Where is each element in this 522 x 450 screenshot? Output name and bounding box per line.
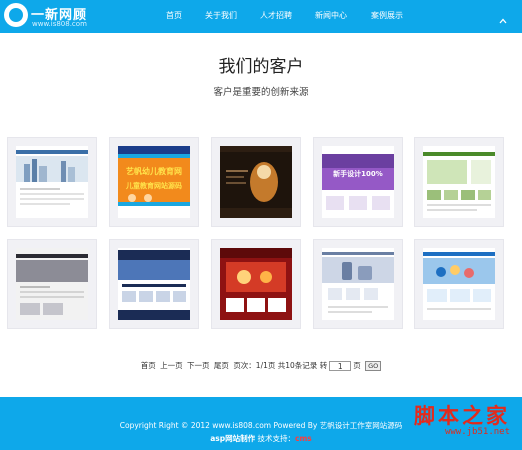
pager-unit: 页	[353, 361, 361, 370]
go-button[interactable]: GO	[365, 361, 382, 371]
client-slogan: 新手设计100%	[333, 169, 383, 178]
watermark-url: www.jb51.net	[444, 427, 510, 437]
client-thumbnail	[16, 146, 88, 218]
client-thumbnail	[118, 248, 190, 320]
client-card[interactable]: 艺帆幼儿教育网 儿童教育网站源码	[109, 137, 199, 227]
client-card[interactable]	[211, 137, 301, 227]
client-thumbnail: 艺帆幼儿教育网 儿童教育网站源码	[118, 146, 190, 218]
client-thumbnail	[423, 248, 495, 320]
watermark-title: 脚本之家	[414, 403, 510, 428]
pager-prev-link[interactable]: 上一页	[160, 360, 183, 371]
logo-url: www.is808.com	[32, 20, 87, 28]
watermark: 脚本之家 www.jb51.net	[364, 400, 514, 444]
logo-mark-icon	[4, 3, 28, 27]
client-thumbnail	[423, 146, 495, 218]
nav-item-about[interactable]: 关于我们	[205, 10, 237, 21]
footer: Copyright Right © 2012 www.is808.com Pow…	[0, 397, 522, 450]
pager-last-link[interactable]: 尾页	[214, 360, 229, 371]
nav-item-home[interactable]: 首页	[166, 10, 182, 21]
chevron-up-icon[interactable]	[498, 11, 508, 24]
client-thumbnail	[220, 146, 292, 218]
client-card[interactable]	[109, 239, 199, 329]
pager-info: 页次：1/1页 共10条记录 转	[233, 361, 328, 370]
page-title: 我们的客户	[218, 57, 304, 77]
client-card[interactable]	[414, 137, 504, 227]
credit-label: 技术支持：	[257, 434, 296, 443]
client-thumbnail: 新手设计100%	[322, 146, 394, 218]
cms-link[interactable]: cms	[295, 434, 312, 443]
client-card[interactable]	[414, 239, 504, 329]
client-slogan-2: 儿童教育网站源码	[125, 181, 182, 190]
client-card[interactable]	[7, 137, 97, 227]
pagination: 首页 上一页 下一页 尾页 页次：1/1页 共10条记录 转1页 GO	[0, 360, 522, 371]
credit-link[interactable]: asp网站制作	[210, 434, 255, 443]
pager-next-link[interactable]: 下一页	[187, 360, 210, 371]
page-subtitle: 客户是重要的创新来源	[213, 87, 309, 98]
nav-item-jobs[interactable]: 人才招聘	[260, 10, 292, 21]
client-thumbnail	[220, 248, 292, 320]
client-thumbnail	[16, 248, 88, 320]
nav-item-cases[interactable]: 案例展示	[371, 10, 403, 21]
client-thumbnail	[322, 248, 394, 320]
pager-first-link[interactable]: 首页	[141, 360, 156, 371]
client-card[interactable]: 新手设计100%	[313, 137, 403, 227]
client-card[interactable]	[211, 239, 301, 329]
client-card[interactable]	[7, 239, 97, 329]
logo[interactable]: 一新网顾 www.is808.com	[4, 3, 104, 29]
client-card[interactable]	[313, 239, 403, 329]
top-header: 一新网顾 www.is808.com 首页 关于我们 人才招聘 新闻中心 案例展…	[0, 0, 522, 33]
nav-item-news[interactable]: 新闻中心	[315, 10, 347, 21]
page-jump-input[interactable]: 1	[329, 361, 352, 371]
client-slogan-1: 艺帆幼儿教育网	[126, 166, 182, 176]
